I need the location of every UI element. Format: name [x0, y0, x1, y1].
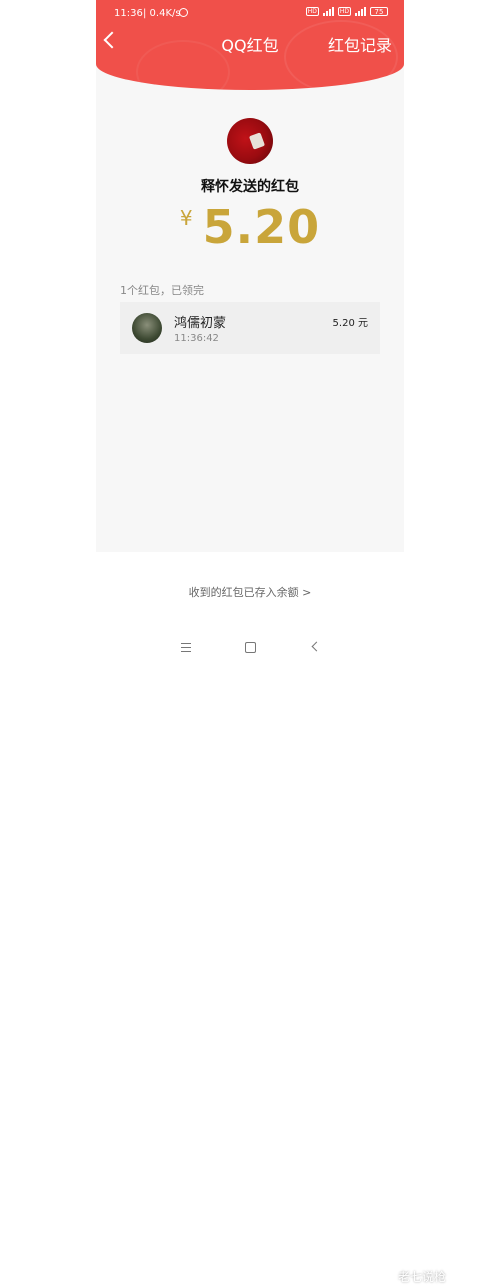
- red-packet-records-link[interactable]: 红包记录: [328, 32, 392, 56]
- claim-summary: 1个红包，已领完: [120, 284, 204, 297]
- amount-value: 5.20: [202, 200, 321, 254]
- status-indicators: HD HD 75: [305, 7, 388, 16]
- receiver-name: 鸿儒初蒙: [174, 316, 227, 331]
- red-header: 11:36 | 0.4K/s HD HD 75 QQ红包 红包记录: [96, 0, 404, 90]
- alarm-icon: [179, 8, 188, 17]
- currency-symbol: ¥: [179, 206, 193, 230]
- hd-badge: HD: [337, 7, 351, 16]
- sender-avatar[interactable]: [227, 118, 273, 164]
- system-back-icon[interactable]: [311, 641, 322, 652]
- list-item[interactable]: 鸿儒初蒙 11:36:42 5.20 元: [120, 302, 380, 354]
- battery-icon: 75: [370, 7, 388, 16]
- recent-apps-icon[interactable]: [181, 643, 191, 655]
- nav-bar: QQ红包 红包记录: [96, 26, 404, 60]
- balance-link[interactable]: 收到的红包已存入余额 >: [96, 584, 404, 600]
- system-nav-bar: 老七说枪: [0, 630, 500, 1284]
- signal-icon: [355, 7, 366, 16]
- network-speed: | 0.4K/s: [143, 8, 181, 19]
- sender-title: 释怀发送的红包: [201, 179, 299, 195]
- hd-badge: HD: [305, 7, 319, 16]
- watermark: 老七说枪: [398, 1270, 447, 1284]
- received-time: 11:36:42: [174, 333, 219, 344]
- status-time: 11:36: [114, 8, 143, 19]
- signal-icon: [322, 7, 334, 16]
- home-icon[interactable]: [245, 642, 256, 653]
- phone-screen: 11:36 | 0.4K/s HD HD 75 QQ红包 红包记录 释怀发送的红…: [96, 0, 404, 630]
- receiver-avatar[interactable]: [132, 313, 162, 343]
- amount-display: ¥ 5.20: [96, 200, 404, 254]
- footer: 收到的红包已存入余额 >: [96, 552, 404, 630]
- status-bar: 11:36 | 0.4K/s HD HD 75: [96, 0, 404, 26]
- received-amount: 5.20 元: [332, 318, 368, 329]
